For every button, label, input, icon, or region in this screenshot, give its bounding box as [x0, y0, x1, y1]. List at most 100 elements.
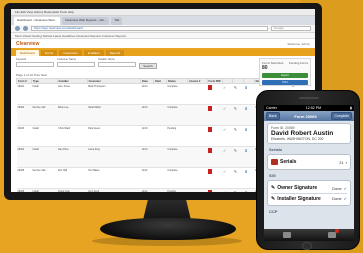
edit-icon[interactable]: ✎	[234, 148, 237, 153]
invoice-cell	[187, 146, 208, 168]
type-cell: Install	[31, 83, 58, 105]
download-cell: ⬇	[243, 188, 255, 192]
invoice-cell	[187, 167, 208, 189]
summary-count: 80	[262, 65, 268, 71]
edit-cell: ✎	[232, 188, 244, 192]
phone-speaker	[299, 97, 319, 99]
back-button[interactable]: Back	[266, 112, 280, 120]
form-id-cell: 29404	[16, 146, 32, 168]
status-cell: Complete	[166, 146, 188, 168]
date-cell: 11/12	[140, 167, 154, 189]
phone-tabbar	[264, 229, 354, 241]
monitor-stand	[100, 218, 236, 240]
check-icon[interactable]: ✓	[223, 106, 226, 111]
check-icon[interactable]: ✓	[223, 169, 226, 174]
check-cell: ✓	[222, 146, 233, 168]
download-cell: ⬇	[243, 146, 255, 168]
customer-cell: Amy Scott	[87, 188, 141, 192]
type-cell: Install	[31, 146, 58, 168]
start-cell	[153, 188, 167, 192]
pdf-icon[interactable]	[208, 148, 213, 153]
section-serials-header: Serials	[269, 147, 283, 152]
owner-signature-status: Done	[332, 185, 342, 191]
type-cell: Service Call	[31, 167, 58, 189]
edit-icon[interactable]: ✎	[234, 85, 237, 90]
customer-cell: Paul Green	[87, 125, 141, 147]
pdf-icon[interactable]	[208, 127, 213, 132]
customer-card[interactable]: Form ID: 20069 David Robert Austin Eliza…	[267, 123, 351, 144]
installer-signature-row[interactable]: ✎ Installer Signature Done ✓	[271, 193, 347, 203]
status-cell: Pending	[166, 188, 188, 192]
summary-panel: Forms Submitted Pending Forms 80 Export …	[259, 58, 311, 86]
pdf-icon[interactable]	[208, 85, 213, 90]
form-id-cell: 29406	[16, 188, 32, 192]
installer-input[interactable]	[98, 62, 136, 67]
download-icon[interactable]: ⬇	[244, 148, 247, 153]
type-cell: Service Call	[31, 104, 58, 126]
home-button[interactable]	[302, 242, 312, 250]
tab-inbox-icon[interactable]	[327, 229, 339, 238]
search-button[interactable]: Search	[139, 63, 157, 69]
clock-label: 12:52 PM	[305, 106, 322, 110]
customer-input[interactable]	[57, 62, 95, 67]
phone-screen: Carrier 12:52 PM ▮ Back Form 20069 Compl…	[264, 105, 354, 241]
edit-icon[interactable]: ✎	[234, 190, 237, 192]
forward-icon[interactable]	[23, 26, 28, 31]
export-button[interactable]: Export	[262, 73, 308, 78]
serials-card: Serials 21 ›	[267, 154, 351, 170]
check-cell: ✓	[222, 188, 233, 192]
check-icon[interactable]: ✓	[223, 148, 226, 153]
edit-icon[interactable]: ✎	[234, 169, 237, 174]
download-icon[interactable]: ⬇	[244, 106, 247, 111]
monitor-neck	[143, 200, 191, 220]
check-icon[interactable]: ✓	[223, 85, 226, 90]
invoice-cell	[187, 188, 208, 192]
browser-tab[interactable]: Tab	[111, 17, 123, 25]
back-icon[interactable]	[15, 26, 20, 31]
tab-forms-icon[interactable]	[282, 232, 291, 238]
filter-label: Customer Name	[57, 58, 76, 61]
user-greeting[interactable]: Welcome, Admin	[288, 42, 310, 46]
browser-menubar[interactable]: File Edit View History Bookmarks Tools H…	[11, 9, 315, 16]
app-header: Clearview Welcome, Admin	[11, 39, 315, 49]
filter-installer: Installer Name	[98, 58, 136, 67]
download-icon[interactable]: ⬇	[244, 85, 247, 90]
complete-button[interactable]: Complete	[331, 112, 352, 120]
browser-tab[interactable]: Clearview Web Reports - Job...	[61, 17, 110, 25]
print-button[interactable]: Print	[262, 80, 308, 85]
customer-cell: Mark Thompson	[87, 83, 141, 105]
download-cell: ⬇	[243, 104, 255, 126]
pdf-icon[interactable]	[208, 169, 213, 174]
installer-cell: Frank Cole	[57, 188, 88, 192]
download-icon[interactable]: ⬇	[244, 127, 247, 132]
notification-badge	[334, 229, 339, 233]
owner-signature-row[interactable]: ✎ Owner Signature Done ✓	[271, 183, 347, 193]
download-cell: ⬇	[243, 83, 255, 105]
download-icon[interactable]: ⬇	[244, 169, 247, 174]
serials-row[interactable]: Serials 21 ›	[271, 157, 347, 167]
pdf-icon[interactable]	[208, 190, 213, 192]
edit-cell: ✎	[232, 167, 244, 189]
phone: Carrier 12:52 PM ▮ Back Form 20069 Compl…	[256, 90, 360, 250]
section-ccp-header: CCP	[269, 209, 278, 214]
download-icon[interactable]: ⬇	[244, 190, 247, 192]
keyword-input[interactable]	[16, 62, 54, 67]
date-cell: 11/14	[140, 104, 154, 126]
check-icon[interactable]: ✓	[223, 190, 226, 192]
edit-icon[interactable]: ✎	[234, 127, 237, 132]
check-cell: ✓	[222, 125, 233, 147]
edit-icon[interactable]: ✎	[234, 106, 237, 111]
check-cell: ✓	[222, 104, 233, 126]
pdf-icon[interactable]	[208, 106, 213, 111]
installer-cell: Dan Price	[57, 146, 88, 168]
browser-tab[interactable]: Dashboard - Clearview Web...	[14, 17, 60, 25]
invoice-cell	[187, 104, 208, 126]
url-input[interactable]: https://app.clearview.com/dashboard	[31, 26, 268, 31]
app-nav: Dashboard Forms Customers Installers Rep…	[11, 49, 315, 56]
browser-search-input[interactable]: Google	[271, 26, 311, 31]
installer-cell: Eric Hall	[57, 167, 88, 189]
browser-addressbar: https://app.clearview.com/dashboard Goog…	[11, 25, 315, 33]
battery-icon: ▮	[350, 106, 352, 110]
start-cell	[153, 146, 167, 168]
check-icon[interactable]: ✓	[223, 127, 226, 132]
